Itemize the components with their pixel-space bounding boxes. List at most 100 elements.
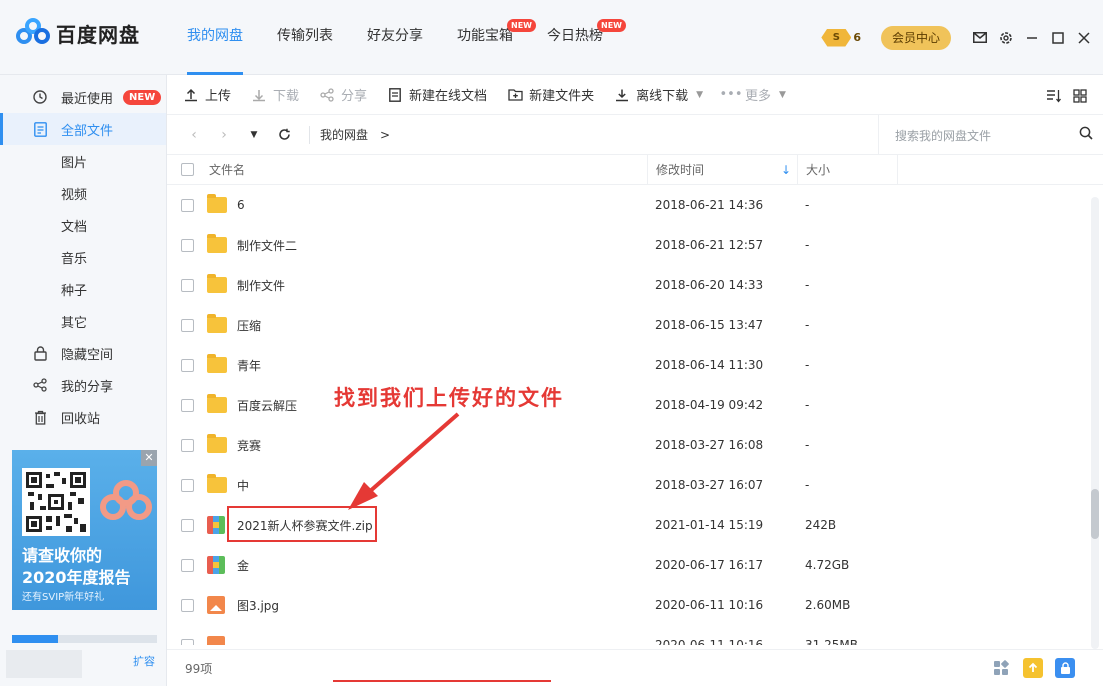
vault-lock-icon[interactable] [1055,658,1075,678]
upload-queue-icon[interactable] [1023,658,1043,678]
file-name[interactable]: 竞赛 [237,437,261,454]
column-header-size[interactable]: 大小 [797,154,897,185]
archive-icon [207,556,227,574]
row-checkbox[interactable] [180,398,194,412]
table-row[interactable]: 竞赛 2018-03-27 16:08 - [167,425,1103,465]
new-doc-icon [387,87,403,103]
grid-view-icon[interactable] [1071,87,1089,105]
file-name[interactable]: 中 [237,477,249,494]
file-name[interactable]: 青年 [237,357,261,374]
history-dropdown-icon[interactable]: ▼ [243,124,265,146]
row-checkbox[interactable] [180,278,194,292]
row-checkbox[interactable] [180,318,194,332]
row-checkbox[interactable] [180,518,194,532]
sidebar-item-hidden-space[interactable]: 隐藏空间 [0,337,166,369]
sidebar-item-my-shares[interactable]: 我的分享 [0,369,166,401]
maximize-icon[interactable] [1045,25,1071,51]
sidebar-item-label: 文档 [61,219,88,235]
file-name[interactable]: 图3.jpg [237,597,279,614]
app-name: 百度网盘 [56,22,140,47]
title-right-controls: S 6 会员中心 [821,0,1103,75]
table-row[interactable]: 百度云解压 2018-04-19 09:42 - [167,385,1103,425]
tab-toolbox[interactable]: 功能宝箱 NEW [440,0,536,75]
breadcrumb-arrow[interactable]: > [380,128,390,142]
sidebar-item-others[interactable]: 其它 [0,305,166,337]
row-checkbox[interactable] [180,198,194,212]
share-button[interactable]: 分享 [319,85,367,104]
table-row[interactable]: 图3.jpg 2020-06-11 10:16 2.60MB [167,585,1103,625]
apps-grid-icon[interactable] [991,658,1011,678]
search-icon[interactable] [1069,126,1103,144]
table-row[interactable]: 制作文件 2018-06-20 14:33 - [167,265,1103,305]
sidebar-item-label: 全部文件 [61,123,114,139]
sort-list-icon[interactable] [1045,87,1063,105]
svip-level-badge[interactable]: S 6 [821,28,861,47]
search-box[interactable]: 搜索我的网盘文件 [878,115,1103,155]
table-row[interactable]: 中 2018-03-27 16:07 - [167,465,1103,505]
sidebar-item-all-files[interactable]: 全部文件 [0,113,166,145]
qr-code-image [22,468,90,536]
settings-icon[interactable] [993,25,1019,51]
modified-time: 2018-04-19 09:42 [655,398,764,412]
sidebar-item-recycle-bin[interactable]: 回收站 [0,401,166,433]
column-header-modified[interactable]: 修改时间 ↓ [647,154,797,185]
more-button[interactable]: ••• 更多 ▼ [720,85,786,104]
breadcrumb-my-disk[interactable]: 我的网盘 [320,126,368,143]
file-name[interactable]: 压缩 [237,317,261,334]
close-icon[interactable]: ✕ [141,450,157,466]
column-header-name[interactable]: 文件名 [207,161,647,178]
refresh-icon[interactable] [273,124,295,146]
upload-button[interactable]: 上传 [183,85,231,104]
row-checkbox[interactable] [180,478,194,492]
new-folder-button[interactable]: 新建文件夹 [507,85,594,104]
tab-my-disk[interactable]: 我的网盘 [170,0,260,75]
file-size: - [805,318,810,332]
new-online-doc-button[interactable]: 新建在线文档 [387,85,487,104]
mail-icon[interactable] [967,25,993,51]
folder-icon [207,194,227,214]
offline-download-button[interactable]: 离线下载 ▼ [614,85,703,104]
back-arrow-icon[interactable]: ‹ [183,124,205,146]
download-button[interactable]: 下载 [251,85,299,104]
table-row[interactable]: 青年 2018-06-14 11:30 - [167,345,1103,385]
sidebar-item-music[interactable]: 音乐 [0,241,166,273]
sidebar-item-recent[interactable]: 最近使用 NEW [0,81,166,113]
file-name[interactable]: 制作文件二 [237,237,297,254]
file-name[interactable]: 6 [237,198,245,212]
file-name[interactable]: 制作文件 [237,277,285,294]
table-row[interactable]: 2020-06-11 10:16 31.25MB [167,625,1103,645]
file-name[interactable]: 金 [237,557,249,574]
expand-storage-link[interactable]: 扩容 [133,653,155,669]
document-icon [32,121,48,137]
row-checkbox[interactable] [180,438,194,452]
table-row[interactable]: 金 2020-06-17 16:17 4.72GB [167,545,1103,585]
image-file-icon [207,596,227,614]
sidebar-item-images[interactable]: 图片 [0,145,166,177]
tab-transfer-list[interactable]: 传输列表 [260,0,350,75]
table-row[interactable]: 制作文件二 2018-06-21 12:57 - [167,225,1103,265]
row-checkbox[interactable] [180,598,194,612]
vip-center-button[interactable]: 会员中心 [880,25,951,50]
tab-hot-list[interactable]: 今日热榜 NEW [530,0,626,75]
scrollbar-thumb[interactable] [1091,489,1099,539]
row-checkbox[interactable] [180,358,194,372]
forward-arrow-icon[interactable]: › [213,124,235,146]
row-checkbox[interactable] [180,238,194,252]
tab-friend-share[interactable]: 好友分享 [350,0,440,75]
minimize-icon[interactable] [1019,25,1045,51]
sidebar-item-documents[interactable]: 文档 [0,209,166,241]
vertical-scrollbar[interactable] [1091,197,1099,649]
sidebar-item-torrents[interactable]: 种子 [0,273,166,305]
file-name[interactable]: 百度云解压 [237,397,297,414]
row-checkbox[interactable] [180,638,194,645]
sidebar-item-videos[interactable]: 视频 [0,177,166,209]
close-icon[interactable] [1071,25,1097,51]
table-row[interactable]: 6 2018-06-21 14:36 - [167,185,1103,225]
row-checkbox[interactable] [180,558,194,572]
search-input[interactable]: 搜索我的网盘文件 [895,127,1069,144]
sidebar: 最近使用 NEW 全部文件 图片 视频 文档 音乐 种子 其它 隐藏空间 我的分… [0,75,167,686]
select-all-checkbox[interactable] [180,163,194,176]
table-row[interactable]: 压缩 2018-06-15 13:47 - [167,305,1103,345]
clock-icon [32,89,48,105]
annual-report-ad-banner[interactable]: ✕ 请查收你的 2020年度报告 还有SVIP新年好礼 [12,450,157,610]
